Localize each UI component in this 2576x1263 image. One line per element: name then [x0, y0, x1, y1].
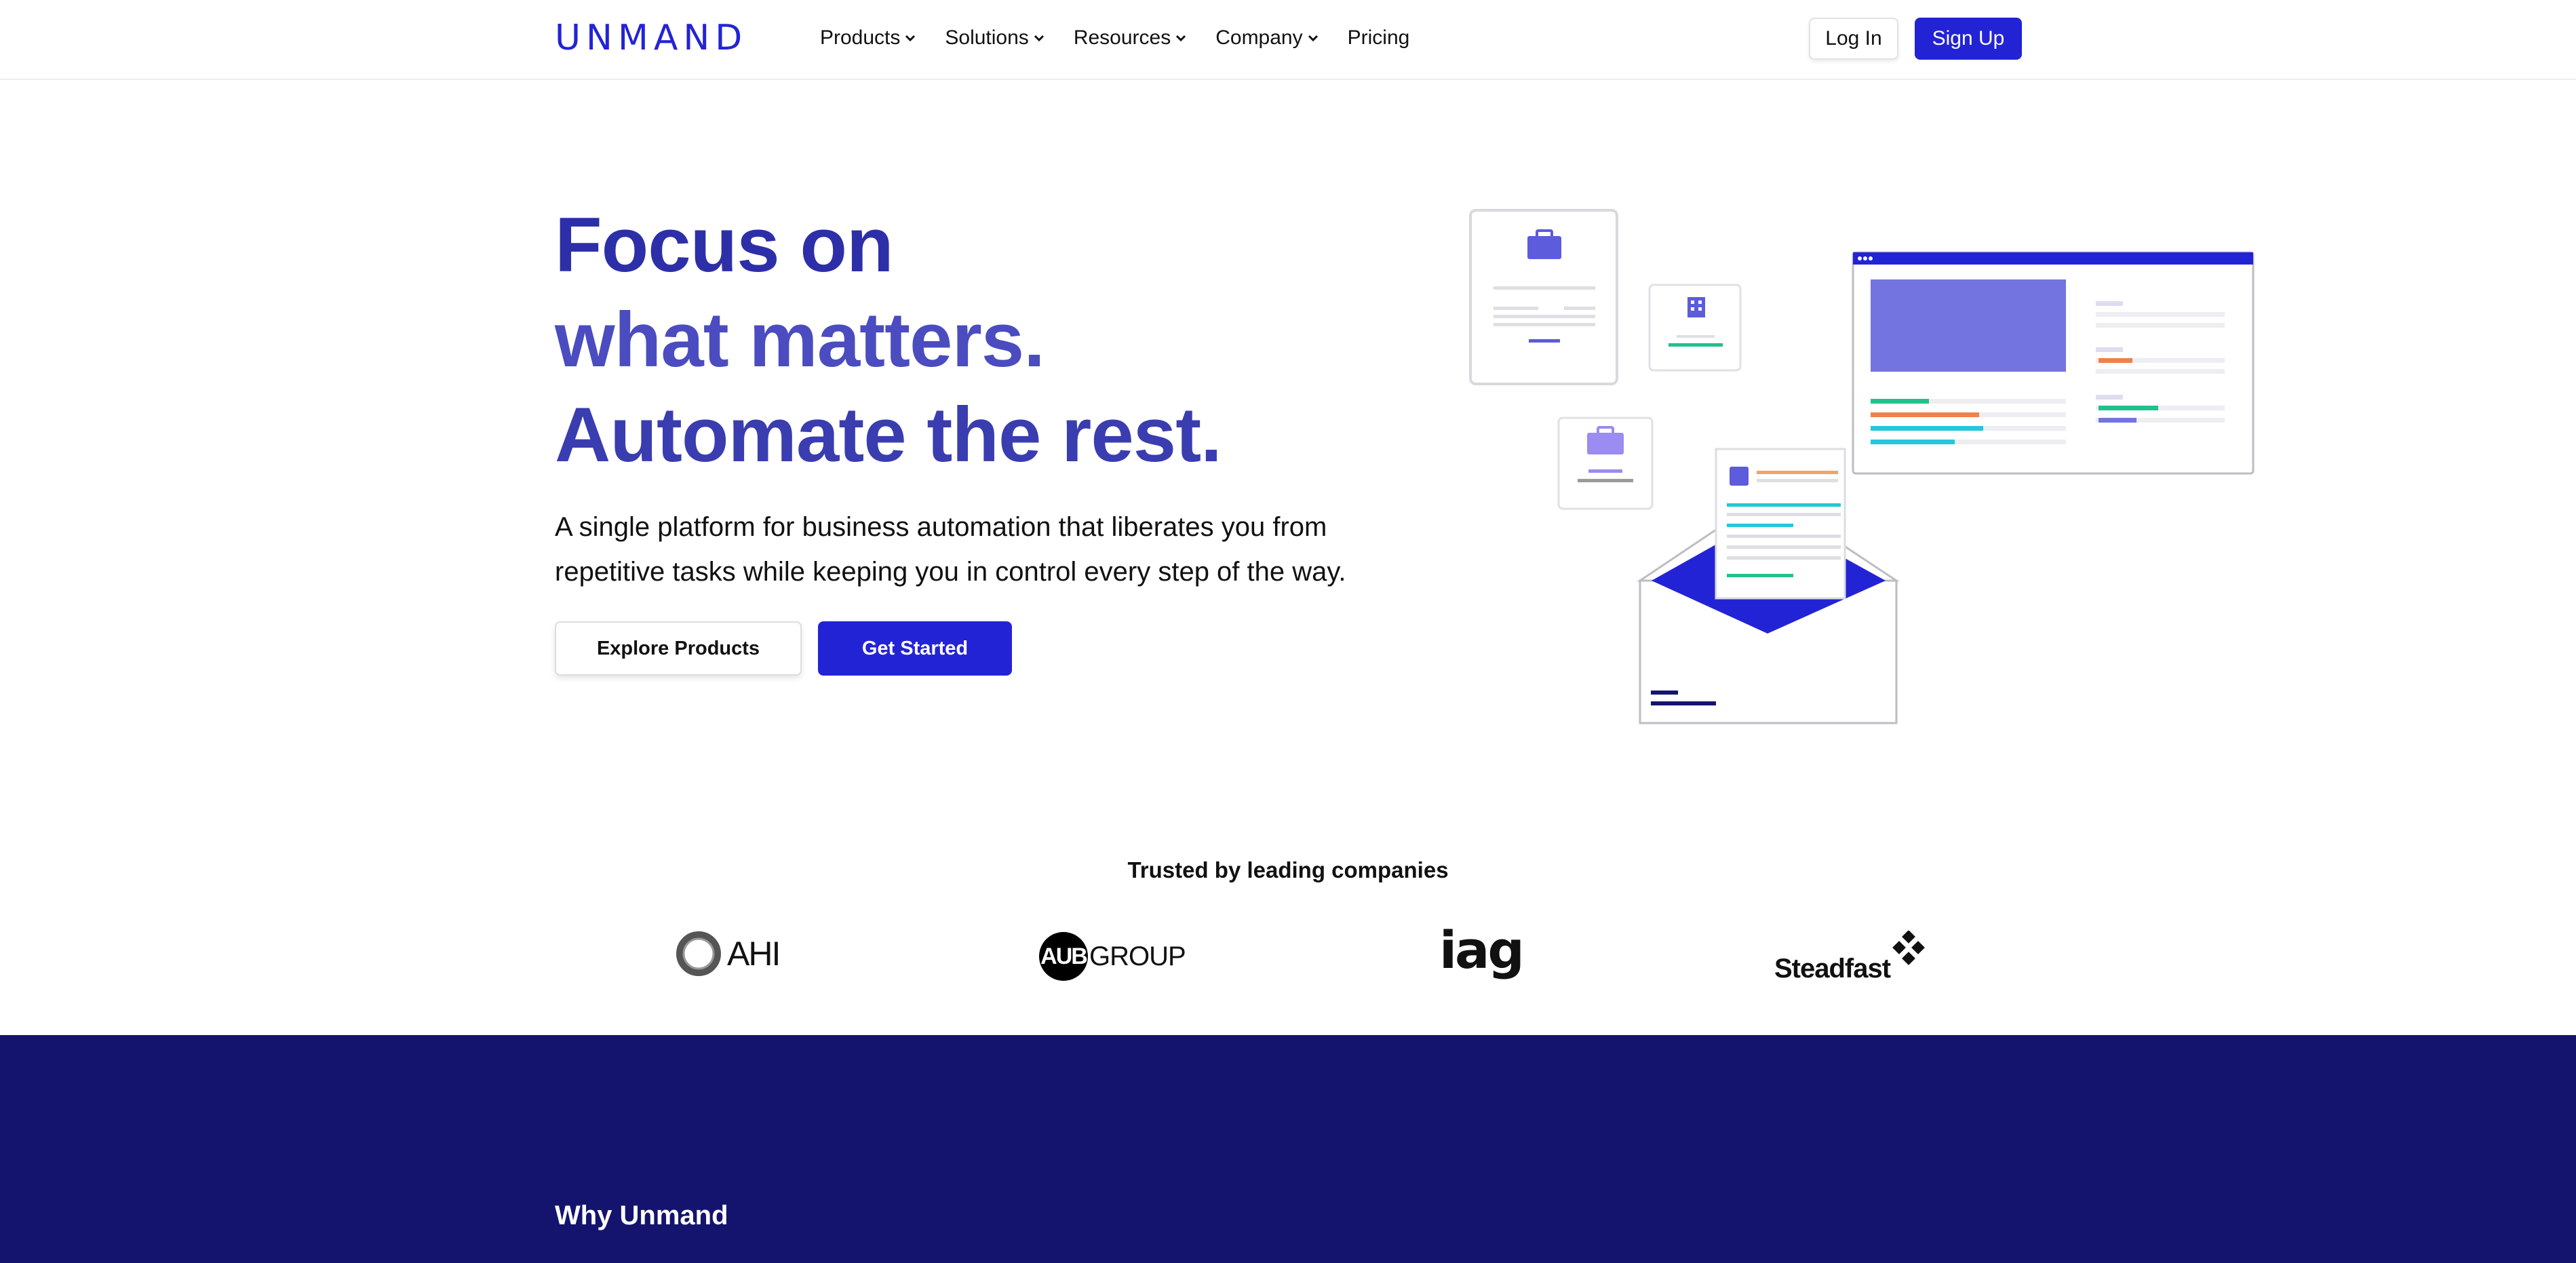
- chevron-down-icon: [1032, 31, 1047, 45]
- why-unmand-heading: Why Unmand: [555, 1201, 728, 1230]
- steadfast-logo-text: Steadfast: [1774, 954, 1891, 984]
- nav-item-company[interactable]: Company: [1215, 24, 1320, 52]
- logo-iag: iag: [1439, 920, 1525, 980]
- trusted-heading: Trusted by leading companies: [1127, 857, 1449, 882]
- signup-button[interactable]: Sign Up: [1915, 18, 2022, 60]
- nav-item-label: Pricing: [1347, 26, 1410, 49]
- main-menu: Products Solutions Resources Company Pri…: [820, 24, 1437, 52]
- ahi-ring-icon: [676, 931, 721, 976]
- unmand-logo[interactable]: UNMAND: [555, 18, 747, 58]
- login-button[interactable]: Log In: [1809, 18, 1898, 60]
- steadfast-diamond-icon: [1892, 931, 1925, 965]
- logo-ahi: AHI: [674, 929, 781, 978]
- nav-item-label: Company: [1215, 26, 1303, 49]
- headline-line-2: what matters.: [555, 297, 1045, 383]
- hero-headline: Focus on what matters. Automate the rest…: [555, 198, 1222, 483]
- get-started-button[interactable]: Get Started: [818, 621, 1012, 676]
- document-card: [1469, 209, 1618, 385]
- briefcase-card: [1557, 416, 1654, 510]
- top-navbar: UNMAND Products Solutions Resources Comp…: [0, 0, 2576, 80]
- building-card: [1648, 284, 1742, 372]
- envelope-icon: [1637, 448, 1900, 724]
- logo-steadfast: Steadfast: [1774, 931, 1927, 984]
- ahi-logo-text: AHI: [727, 935, 781, 973]
- chevron-down-icon: [1306, 31, 1321, 45]
- hero-subtitle: A single platform for business automatio…: [555, 512, 1346, 587]
- browser-window-card: [1852, 251, 2255, 475]
- headline-line-3: Automate the rest.: [555, 392, 1222, 478]
- aub-mark: AUB: [1039, 932, 1088, 981]
- nav-item-label: Resources: [1073, 26, 1171, 49]
- nav-item-pricing[interactable]: Pricing: [1348, 24, 1410, 52]
- nav-item-label: Solutions: [945, 26, 1029, 49]
- building-icon: [1687, 297, 1705, 317]
- chevron-down-icon: [903, 31, 918, 45]
- nav-item-solutions[interactable]: Solutions: [945, 24, 1046, 52]
- why-unmand-section: Why Unmand: [0, 1035, 2576, 1263]
- logo-aub-group: AUB GROUP: [1039, 932, 1186, 981]
- hero-illustration: [1469, 209, 2255, 724]
- explore-products-button[interactable]: Explore Products: [555, 621, 802, 676]
- nav-item-resources[interactable]: Resources: [1074, 24, 1188, 52]
- aub-logo-text: GROUP: [1089, 941, 1186, 971]
- headline-line-1: Focus on: [555, 202, 894, 288]
- nav-item-label: Products: [820, 26, 901, 49]
- nav-item-products[interactable]: Products: [820, 24, 918, 52]
- chevron-down-icon: [1173, 31, 1188, 45]
